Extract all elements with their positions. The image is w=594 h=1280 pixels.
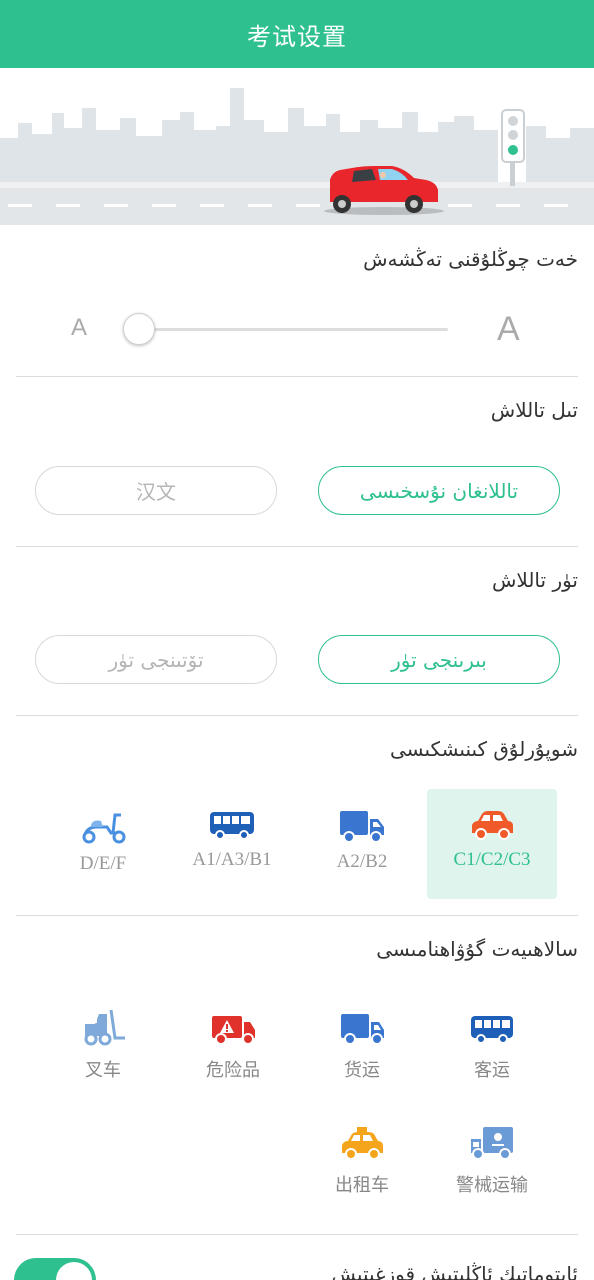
large-font-label: A	[497, 310, 520, 348]
divider	[16, 715, 578, 716]
toggle-knob	[56, 1262, 92, 1280]
certificate-cargo[interactable]: 货运	[297, 1008, 427, 1098]
page-title: 考试设置	[247, 22, 347, 51]
vehicle-type-label: C1/C2/C3	[453, 849, 531, 870]
passenger-bus-icon	[471, 1016, 513, 1044]
certificate-label: 货运	[344, 1060, 380, 1081]
divider	[16, 915, 578, 916]
certificate-taxi[interactable]: 出租车	[297, 1123, 427, 1213]
vehicle-type-label: A2/B2	[336, 851, 388, 872]
certificate-title: سالاھىيەت گۇۋاھنامىسى	[376, 937, 578, 961]
vehicle-type-a1-a3-b1[interactable]: A1/A3/B1	[167, 789, 297, 899]
category-option-first[interactable]: بىرىنجى تۈر	[318, 635, 560, 684]
vehicle-type-a2-b2[interactable]: A2/B2	[297, 789, 427, 899]
divider	[16, 1234, 578, 1235]
certificate-label: 警械运输	[456, 1175, 528, 1196]
certificate-label: 客运	[474, 1060, 510, 1081]
certificate-label: 出租车	[335, 1175, 389, 1196]
font-size-slider-row: A A	[0, 300, 594, 360]
language-option-chinese[interactable]: 汉文	[35, 466, 277, 515]
certificate-passenger[interactable]: 客运	[427, 1008, 557, 1098]
vehicle-type-label: A1/A3/B1	[192, 849, 272, 870]
certificate-label: 危险品	[206, 1060, 260, 1081]
certificate-hazmat[interactable]: 危险品	[168, 1008, 298, 1098]
scooter-icon	[82, 813, 126, 844]
banner-illustration	[0, 68, 594, 225]
hazmat-truck-icon	[212, 1016, 255, 1045]
certificate-forklift[interactable]: 叉车	[38, 1008, 168, 1098]
vehicle-type-label: D/E/F	[79, 853, 127, 874]
auto-play-toggle[interactable]	[14, 1258, 96, 1280]
police-transport-icon	[471, 1127, 513, 1160]
font-size-slider-thumb[interactable]	[123, 313, 155, 345]
language-title: تىل تاللاش	[490, 398, 578, 422]
city-road-illustration	[0, 88, 594, 225]
certificate-label: 叉车	[85, 1060, 121, 1081]
forklift-icon	[84, 1009, 125, 1046]
truck-icon	[340, 811, 384, 843]
divider	[16, 546, 578, 547]
auto-play-title: ئاپتوماتىك ئاڭلىتىش قوزغىتىش	[331, 1262, 578, 1280]
font-size-slider-track[interactable]	[140, 328, 448, 331]
app-header: 考试设置	[0, 0, 594, 68]
car-icon	[472, 811, 513, 840]
certificate-police-transport[interactable]: 警械运输	[427, 1123, 557, 1213]
font-size-title: خەت چوڭلۇقنى تەڭشەش	[363, 247, 578, 271]
category-title: تۈر تاللاش	[491, 568, 578, 592]
vehicle-type-c1-c2-c3[interactable]: C1/C2/C3	[427, 789, 557, 899]
cargo-truck-icon	[341, 1014, 384, 1045]
license-type-title: شوپۇرلۇق كىنىشكىسى	[389, 737, 578, 761]
category-option-fourth[interactable]: تۆتىنجى تۈر	[35, 635, 277, 684]
small-font-label: A	[71, 314, 88, 341]
taxi-icon	[342, 1127, 383, 1160]
bus-icon	[210, 812, 254, 840]
language-option-uyghur[interactable]: تاللانغان نۇسخىسى	[318, 466, 560, 515]
divider	[16, 376, 578, 377]
vehicle-type-d-e-f[interactable]: D/E/F	[38, 789, 168, 899]
